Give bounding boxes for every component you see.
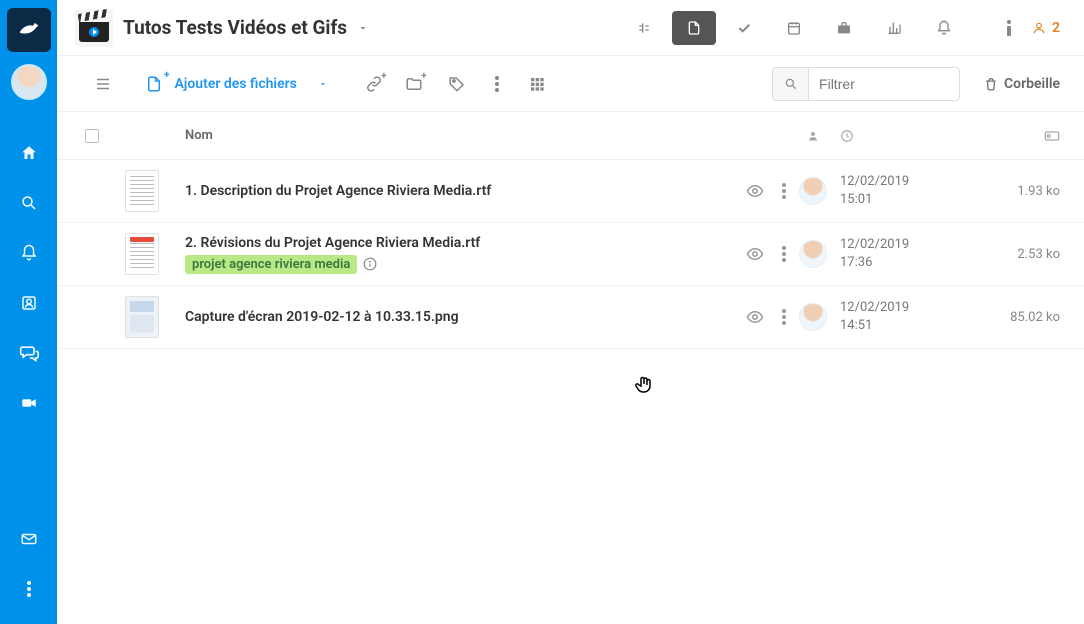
add-files-label: Ajouter des fichiers bbox=[174, 76, 296, 92]
sidebar-contacts[interactable] bbox=[0, 278, 57, 328]
sidebar-home[interactable] bbox=[0, 128, 57, 178]
tab-stats[interactable] bbox=[872, 11, 916, 45]
sidebar-more[interactable] bbox=[0, 564, 57, 614]
file-size: 2.53 ko bbox=[980, 247, 1060, 262]
table-row[interactable]: Capture d'écran 2019-02-12 à 10.33.15.pn… bbox=[57, 286, 1084, 349]
file-thumbnail bbox=[125, 296, 159, 338]
select-all-checkbox[interactable] bbox=[85, 129, 99, 143]
header-tabs bbox=[622, 11, 966, 45]
tab-calendar[interactable] bbox=[772, 11, 816, 45]
table-row[interactable]: 2. Révisions du Projet Agence Riviera Me… bbox=[57, 223, 1084, 286]
project-dropdown-caret[interactable] bbox=[353, 18, 373, 38]
tab-tasks[interactable] bbox=[722, 11, 766, 45]
files-toolbar: + Ajouter des fichiers + + bbox=[57, 56, 1084, 112]
column-user-icon bbox=[786, 129, 840, 143]
file-owner-avatar bbox=[799, 303, 827, 331]
file-tag[interactable]: projet agence riviera media bbox=[185, 255, 357, 274]
trash-label: Corbeille bbox=[1004, 76, 1060, 92]
file-thumbnail bbox=[125, 170, 159, 212]
tab-briefcase[interactable] bbox=[822, 11, 866, 45]
members-count-value: 2 bbox=[1052, 20, 1060, 36]
main-content: Tutos Tests Vidéos et Gifs bbox=[57, 0, 1084, 624]
header-info-icon[interactable] bbox=[1006, 20, 1012, 36]
grid-view-button[interactable] bbox=[519, 66, 555, 102]
file-size: 85.02 ko bbox=[980, 310, 1060, 325]
file-name: 1. Description du Projet Agence Riviera … bbox=[185, 183, 696, 199]
filter-input[interactable] bbox=[809, 68, 959, 100]
add-files-caret[interactable] bbox=[309, 79, 337, 89]
sidebar-notifications[interactable] bbox=[0, 228, 57, 278]
project-icon bbox=[75, 9, 113, 47]
tab-files[interactable] bbox=[672, 11, 716, 45]
preview-icon[interactable] bbox=[746, 245, 764, 263]
list-view-toggle[interactable] bbox=[85, 66, 121, 102]
tag-button[interactable] bbox=[439, 66, 475, 102]
more-options-button[interactable] bbox=[479, 66, 515, 102]
app-logo[interactable] bbox=[7, 8, 51, 52]
file-date: 12/02/201915:01 bbox=[840, 173, 980, 208]
files-table: Nom 1. Description du Projet Agence Rivi… bbox=[57, 112, 1084, 624]
add-folder-button[interactable]: + bbox=[399, 66, 435, 102]
info-icon[interactable] bbox=[363, 257, 377, 272]
column-size-icon bbox=[980, 130, 1060, 142]
filter-search bbox=[772, 67, 960, 101]
file-name: 2. Révisions du Projet Agence Riviera Me… bbox=[185, 235, 696, 251]
app-sidebar bbox=[0, 0, 57, 624]
add-link-button[interactable]: + bbox=[359, 66, 395, 102]
trash-button[interactable]: Corbeille bbox=[984, 76, 1060, 92]
file-owner-avatar bbox=[799, 240, 827, 268]
sidebar-mail[interactable] bbox=[0, 514, 57, 564]
search-icon bbox=[773, 68, 809, 100]
sidebar-chat[interactable] bbox=[0, 328, 57, 378]
preview-icon[interactable] bbox=[746, 182, 764, 200]
column-date-icon bbox=[840, 129, 980, 143]
project-title: Tutos Tests Vidéos et Gifs bbox=[123, 16, 347, 39]
file-owner-avatar bbox=[799, 177, 827, 205]
column-name[interactable]: Nom bbox=[185, 128, 696, 143]
file-thumbnail bbox=[125, 233, 159, 275]
preview-icon[interactable] bbox=[746, 308, 764, 326]
add-files-button[interactable]: + Ajouter des fichiers bbox=[141, 74, 305, 94]
tab-notify[interactable] bbox=[922, 11, 966, 45]
file-name: Capture d'écran 2019-02-12 à 10.33.15.pn… bbox=[185, 309, 696, 325]
file-date: 12/02/201914:51 bbox=[840, 299, 980, 334]
file-date: 12/02/201917:36 bbox=[840, 236, 980, 271]
file-size: 1.93 ko bbox=[980, 184, 1060, 199]
header-bar: Tutos Tests Vidéos et Gifs bbox=[57, 0, 1084, 56]
sidebar-search[interactable] bbox=[0, 178, 57, 228]
sidebar-video[interactable] bbox=[0, 378, 57, 428]
user-avatar[interactable] bbox=[11, 64, 47, 100]
members-count[interactable]: 2 bbox=[1032, 20, 1060, 36]
table-header: Nom bbox=[57, 112, 1084, 160]
table-row[interactable]: 1. Description du Projet Agence Riviera … bbox=[57, 160, 1084, 223]
tab-feed[interactable] bbox=[622, 11, 666, 45]
